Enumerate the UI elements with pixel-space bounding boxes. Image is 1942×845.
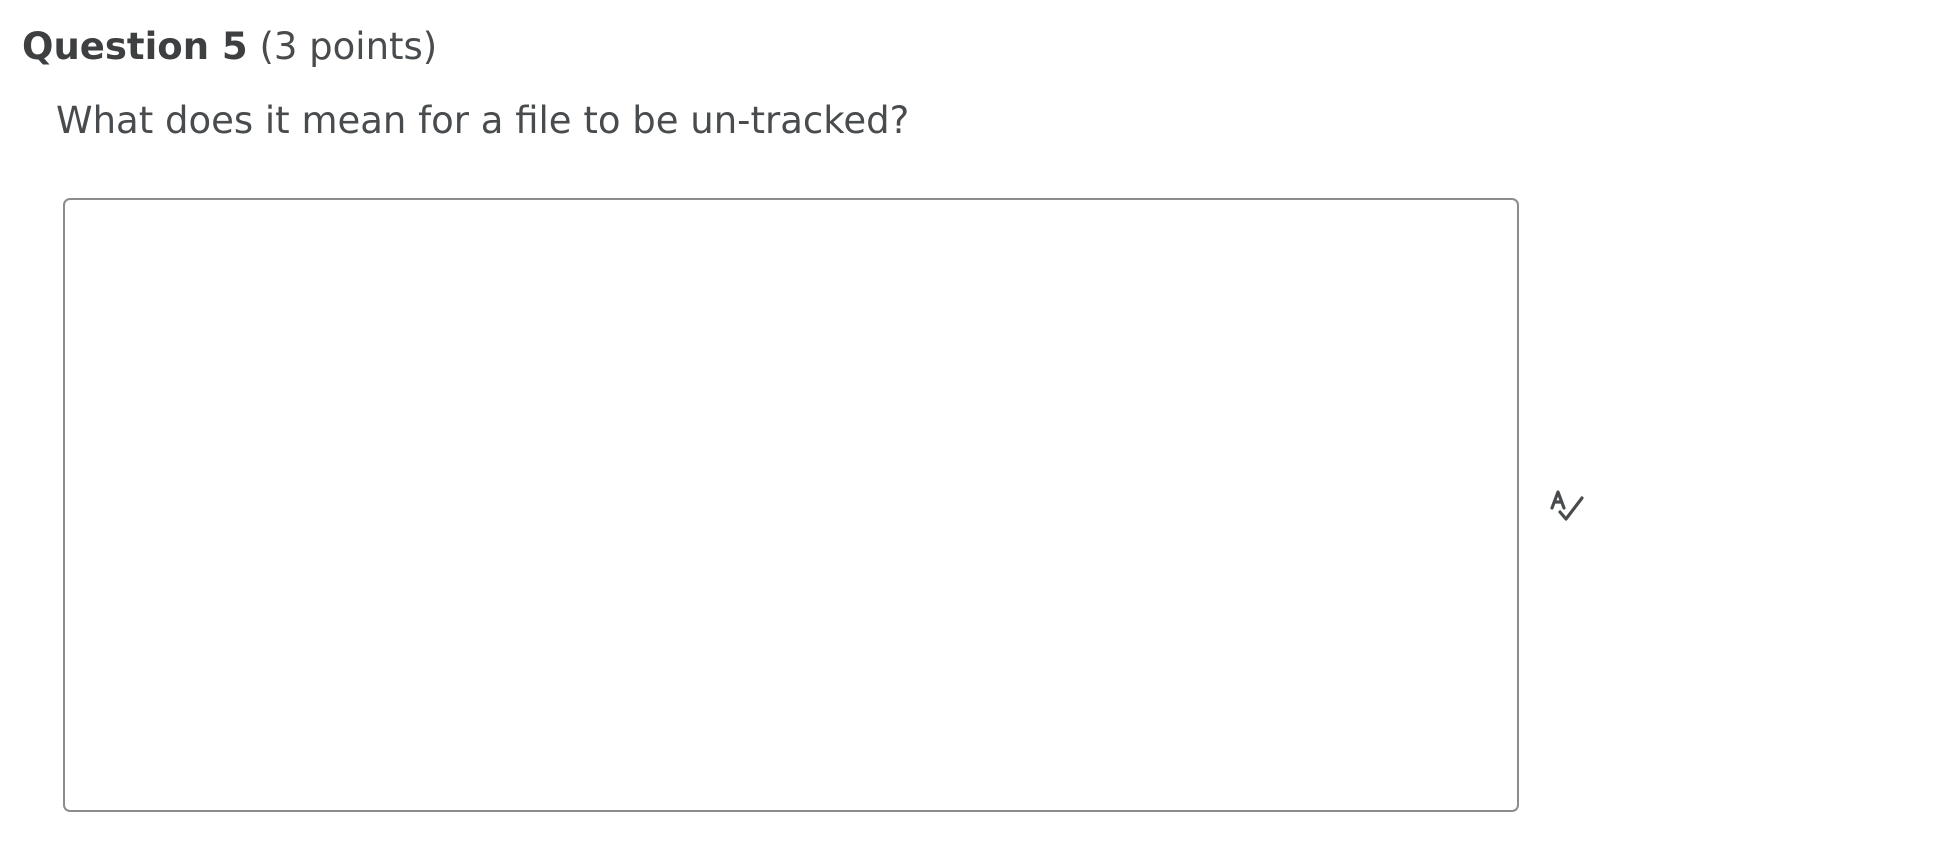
question-title: Question 5	[22, 25, 248, 68]
question-header: Question 5 (3 points)	[22, 22, 437, 72]
question-points: (3 points)	[259, 25, 438, 68]
question-text: What does it mean for a file to be un-tr…	[56, 99, 910, 142]
spellcheck-icon-graphic	[1550, 490, 1584, 521]
answer-textarea[interactable]	[63, 198, 1519, 812]
spellcheck-icon[interactable]	[1548, 486, 1588, 526]
